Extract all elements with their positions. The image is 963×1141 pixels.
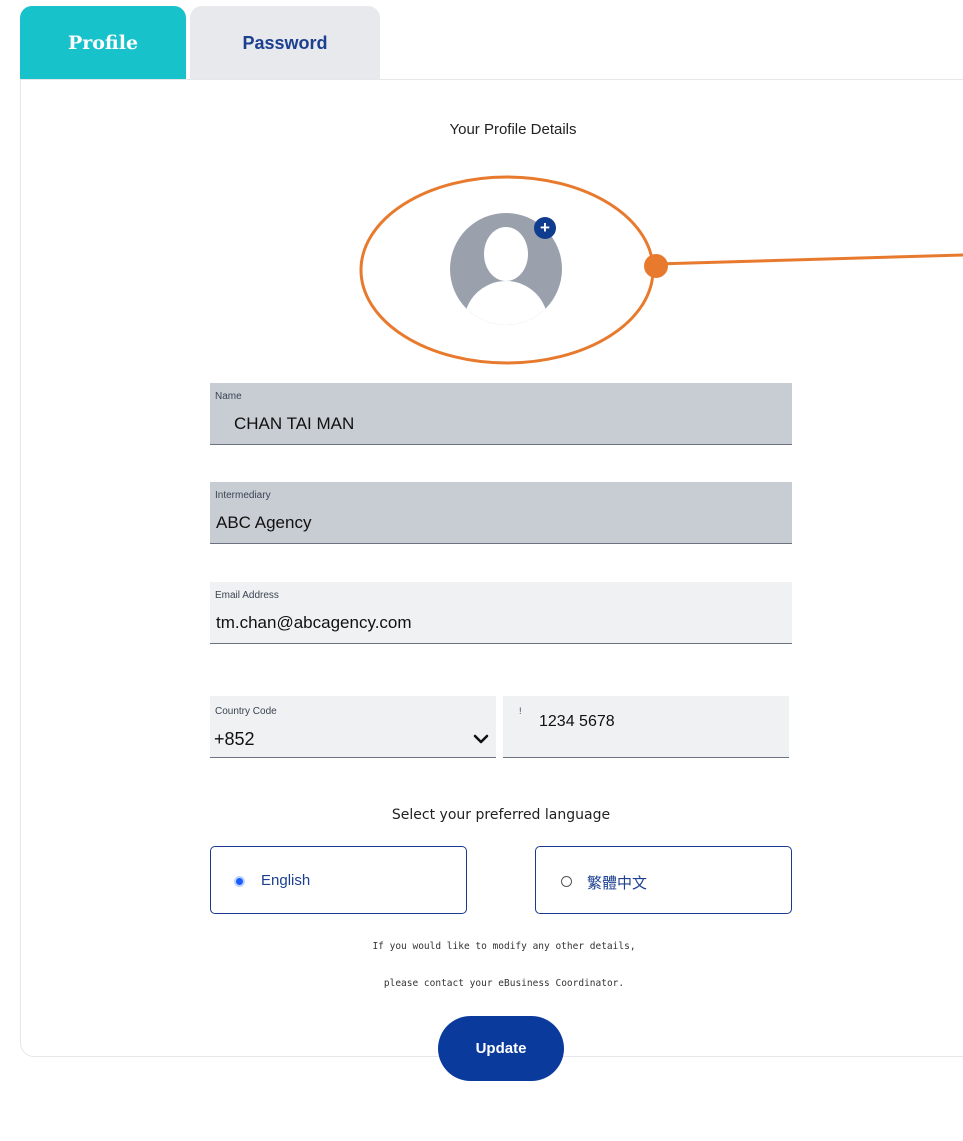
email-value[interactable]: tm.chan@abcagency.com: [216, 613, 412, 633]
tab-profile[interactable]: Profile: [20, 6, 186, 80]
tab-password[interactable]: Password: [190, 6, 380, 80]
language-option-chinese[interactable]: 繁體中文: [535, 846, 792, 914]
phone-label: !: [519, 706, 522, 716]
intermediary-field: Intermediary ABC Agency: [210, 482, 792, 544]
email-field[interactable]: Email Address tm.chan@abcagency.com: [210, 582, 792, 644]
note-line-1: If you would like to modify any other de…: [372, 941, 636, 952]
name-value: CHAN TAI MAN: [234, 414, 355, 433]
email-label: Email Address: [215, 590, 279, 601]
note-line-2: please contact your eBusiness Coordinato…: [383, 978, 625, 989]
radio-selected-icon[interactable]: [234, 876, 245, 887]
user-silhouette-body: [464, 281, 548, 325]
language-label-english: English: [261, 872, 311, 889]
chevron-down-icon[interactable]: [472, 732, 490, 746]
page-title: Your Profile Details: [449, 121, 577, 138]
radio-unselected-icon[interactable]: [561, 876, 572, 887]
phone-field[interactable]: ! 1234 5678: [503, 696, 789, 758]
tab-password-label: Password: [242, 32, 328, 53]
intermediary-value: ABC Agency: [216, 513, 312, 532]
language-label-chinese: 繁體中文: [587, 874, 648, 892]
phone-value[interactable]: 1234 5678: [539, 713, 615, 731]
intermediary-label: Intermediary: [215, 490, 271, 501]
update-button[interactable]: Update: [438, 1016, 564, 1081]
country-code-select[interactable]: Country Code +852: [210, 696, 496, 758]
plus-icon[interactable]: +: [534, 217, 556, 239]
tab-profile-label: Profile: [67, 32, 139, 54]
language-title: Select your preferred language: [391, 807, 611, 823]
user-silhouette-icon: [484, 227, 528, 281]
country-code-value: +852: [214, 729, 255, 749]
language-option-english[interactable]: English: [210, 846, 467, 914]
name-label: Name: [215, 391, 242, 402]
country-code-label: Country Code: [215, 706, 277, 717]
name-field: Name CHAN TAI MAN: [210, 383, 792, 445]
